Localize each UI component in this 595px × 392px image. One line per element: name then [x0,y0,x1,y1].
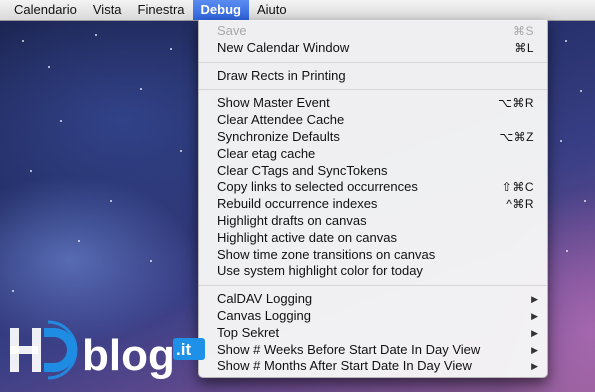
star [78,240,80,242]
star [12,290,14,292]
star [580,90,582,92]
menu-item-caldav-logging[interactable]: CalDAV Logging ▶ [199,291,547,308]
logo-blog-text: blog [82,331,175,380]
menu-item-label: Clear Attendee Cache [217,112,345,128]
menu-item-label: Clear CTags and SyncTokens [217,162,388,178]
menu-item-label: Rebuild occurrence indexes [217,196,378,212]
menu-item-clear-ctags-and-synctokens[interactable]: Clear CTags and SyncTokens [199,163,547,180]
menu-item-synchronize-defaults[interactable]: Synchronize Defaults ⌥⌘Z [199,129,547,146]
menu-item-clear-attendee-cache[interactable]: Clear Attendee Cache [199,112,547,129]
menu-item-clear-etag-cache[interactable]: Clear etag cache [199,146,547,163]
menu-separator [199,89,547,91]
menu-item-draw-rects-in-printing[interactable]: Draw Rects in Printing [199,68,547,85]
hd-mark [10,320,78,380]
menu-item-show-time-zone-transitions[interactable]: Show time zone transitions on canvas [199,247,547,264]
menu-item-shortcut: ⇧⌘C [501,180,534,195]
menu-aiuto[interactable]: Aiuto [249,0,295,20]
star [22,40,24,42]
triangle-right-icon: ▶ [531,344,538,355]
menu-item-label: Save [217,23,247,38]
star [170,48,172,50]
triangle-right-icon: ▶ [531,310,538,321]
menu-bar: Calendario Vista Finestra Debug Aiuto [0,0,595,21]
star [30,170,32,172]
triangle-right-icon: ▶ [531,294,538,305]
logo-tld-text: .it [176,340,191,359]
menu-debug[interactable]: Debug [192,0,249,20]
menu-item-label: Synchronize Defaults [217,128,340,144]
logo-tld-badge: .it [173,338,205,360]
star [95,34,97,36]
menu-item-label: CalDAV Logging [217,291,313,307]
star [60,120,62,122]
menu-item-label: Show # Months After Start Date In Day Vi… [217,358,472,374]
menu-finestra[interactable]: Finestra [130,0,193,20]
menu-item-use-system-highlight-color[interactable]: Use system highlight color for today [199,263,547,280]
menu-item-highlight-active-date[interactable]: Highlight active date on canvas [199,230,547,247]
triangle-right-icon: ▶ [531,327,538,338]
menu-item-label: Use system highlight color for today [217,263,423,279]
menu-item-shortcut: ⌥⌘Z [499,129,534,144]
menu-item-save: Save ⌘S [199,23,547,40]
menu-item-highlight-drafts[interactable]: Highlight drafts on canvas [199,213,547,230]
star [110,200,112,202]
menu-item-label: Draw Rects in Printing [217,67,346,83]
menu-item-label: Show Master Event [217,95,330,111]
menu-item-label: Show # Weeks Before Start Date In Day Vi… [217,341,481,357]
star [150,260,152,262]
menu-item-shortcut: ⌥⌘R [498,96,534,111]
menu-item-canvas-logging[interactable]: Canvas Logging ▶ [199,308,547,325]
menu-vista[interactable]: Vista [85,0,130,20]
menu-item-label: Show time zone transitions on canvas [217,246,436,262]
menu-item-top-sekret[interactable]: Top Sekret ▶ [199,325,547,342]
menu-item-label: Copy links to selected occurrences [217,179,418,195]
menu-item-copy-links[interactable]: Copy links to selected occurrences ⇧⌘C [199,179,547,196]
star [180,150,182,152]
star [584,200,586,202]
menu-item-label: Highlight active date on canvas [217,229,397,245]
star [565,40,567,42]
triangle-right-icon: ▶ [531,361,538,372]
star [140,88,142,90]
menu-item-weeks-before-start-date[interactable]: Show # Weeks Before Start Date In Day Vi… [199,342,547,359]
menu-item-show-master-event[interactable]: Show Master Event ⌥⌘R [199,95,547,112]
menu-item-label: Highlight drafts on canvas [217,212,367,228]
menu-item-shortcut: ^⌘R [506,197,534,212]
menu-item-shortcut: ⌘L [514,40,534,55]
menu-item-new-calendar-window[interactable]: New Calendar Window ⌘L [199,40,547,57]
menu-separator [199,61,547,63]
menu-item-shortcut: ⌘S [512,24,534,38]
menu-item-label: New Calendar Window [217,39,350,55]
star [566,250,568,252]
menu-calendario[interactable]: Calendario [0,0,85,20]
menu-separator [199,285,547,287]
debug-menu: Save ⌘S New Calendar Window ⌘L Draw Rect… [198,20,548,378]
star [48,66,50,68]
menu-item-months-after-start-date[interactable]: Show # Months After Start Date In Day Vi… [199,358,547,375]
menu-item-label: Clear etag cache [217,145,316,161]
menu-item-rebuild-occurrence-indexes[interactable]: Rebuild occurrence indexes ^⌘R [199,196,547,213]
hdblog-logo: blog .it [10,320,205,380]
menu-item-label: Canvas Logging [217,307,311,323]
star [560,140,562,142]
